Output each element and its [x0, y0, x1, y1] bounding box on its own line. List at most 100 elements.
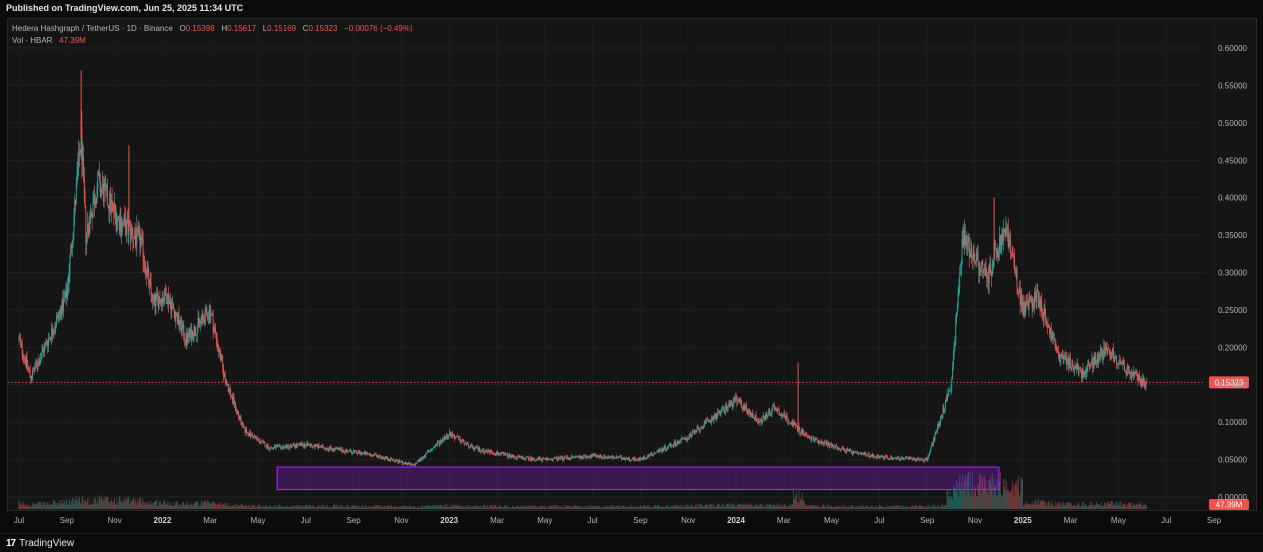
volume-bar — [225, 502, 227, 509]
volume-bar — [430, 506, 432, 509]
volume-bar — [164, 502, 166, 509]
candle-body — [565, 457, 567, 459]
candle-body — [513, 455, 515, 457]
volume-bar — [505, 505, 507, 509]
volume-bar — [128, 496, 130, 509]
candle-body — [790, 422, 792, 425]
volume-bar — [457, 506, 459, 509]
volume-bar — [608, 507, 610, 509]
candle-body — [803, 430, 805, 436]
candle-body — [430, 450, 432, 451]
candle-body — [115, 210, 117, 227]
candle-body — [550, 459, 552, 460]
volume-bar — [519, 507, 521, 509]
volume-bar — [335, 506, 337, 509]
volume-bar — [847, 507, 849, 509]
candle-body — [552, 458, 554, 461]
volume-bar — [470, 507, 472, 509]
volume-bar — [238, 505, 240, 509]
volume-bar — [545, 507, 547, 509]
volume-bar — [723, 507, 725, 509]
candle-body — [305, 444, 307, 446]
candle-body — [211, 313, 213, 316]
volume-bar — [657, 505, 659, 509]
candle-body — [537, 457, 539, 460]
candle-body — [1038, 300, 1040, 307]
candle-body — [156, 293, 158, 296]
volume-bar — [398, 507, 400, 509]
volume-bar — [428, 505, 430, 509]
candle-body — [244, 427, 246, 433]
symbol-label[interactable]: Hedera Hashgraph / TetherUS · 1D · Binan… — [12, 24, 173, 33]
candle-body — [70, 246, 72, 257]
volume-bar — [157, 506, 158, 509]
candle-body — [519, 456, 521, 458]
candle-body — [528, 458, 530, 461]
candle-body — [558, 456, 560, 459]
volume-label[interactable]: Vol · HBAR — [12, 36, 52, 45]
volume-bar — [40, 502, 41, 509]
volume-bar — [877, 507, 879, 509]
volume-bar — [90, 504, 92, 509]
candle-body — [113, 202, 115, 212]
volume-bar — [799, 502, 801, 509]
y-tick-label: 0.20000 — [1218, 343, 1247, 352]
candle-body — [141, 237, 143, 240]
candle-body — [642, 458, 644, 460]
candle-body — [433, 446, 435, 448]
candle-body — [753, 417, 755, 420]
candle-body — [108, 206, 110, 211]
volume-bar — [949, 490, 951, 509]
volume-bar — [81, 498, 83, 509]
candle-body — [254, 435, 256, 438]
volume-bar — [1085, 504, 1087, 509]
candle-body — [1097, 353, 1099, 362]
volume-bar — [468, 507, 470, 509]
candle-body — [912, 459, 914, 460]
volume-bar — [775, 505, 777, 509]
volume-bar — [631, 505, 633, 509]
candle-body — [1063, 357, 1065, 359]
candle-body — [56, 314, 58, 318]
candle-body — [380, 457, 382, 459]
candle-body — [657, 450, 659, 452]
candle-body — [96, 188, 98, 204]
candle-body — [563, 456, 565, 460]
candle-body — [827, 442, 829, 446]
volume-bar — [992, 494, 994, 509]
candle-body — [196, 334, 197, 336]
volume-bar — [220, 506, 222, 509]
volume-bar — [389, 506, 391, 509]
candle-body — [596, 456, 598, 458]
volume-bar — [190, 501, 192, 509]
volume-bar — [812, 505, 814, 509]
candle-body — [274, 446, 275, 448]
candle-body — [141, 237, 143, 240]
candle-body — [964, 235, 966, 246]
volume-bar — [250, 505, 252, 509]
candle-body — [944, 399, 946, 409]
volume-bar — [114, 498, 115, 509]
candle-body — [44, 345, 45, 353]
candle-body — [414, 465, 415, 466]
volume-bar — [179, 503, 181, 509]
candle-body — [168, 300, 170, 305]
candle-body — [991, 271, 993, 277]
candle-body — [461, 440, 463, 442]
volume-bar — [103, 496, 105, 509]
candle-body — [669, 444, 671, 446]
volume-bar — [520, 506, 522, 509]
candle-body — [258, 439, 260, 440]
candle-body — [1145, 381, 1147, 389]
price-chart-svg[interactable]: 0.1532347.39M 0.600000.550000.500000.450… — [0, 0, 1263, 552]
candle-body — [861, 453, 863, 455]
volume-bar — [800, 500, 802, 509]
candle-body — [587, 457, 589, 459]
candle-body — [864, 453, 866, 454]
candle-body — [504, 453, 506, 455]
volume-bar — [617, 505, 618, 509]
volume-bar — [203, 499, 205, 509]
candle-body — [1028, 297, 1030, 308]
candle-body — [195, 333, 197, 335]
candle-body — [308, 444, 310, 446]
